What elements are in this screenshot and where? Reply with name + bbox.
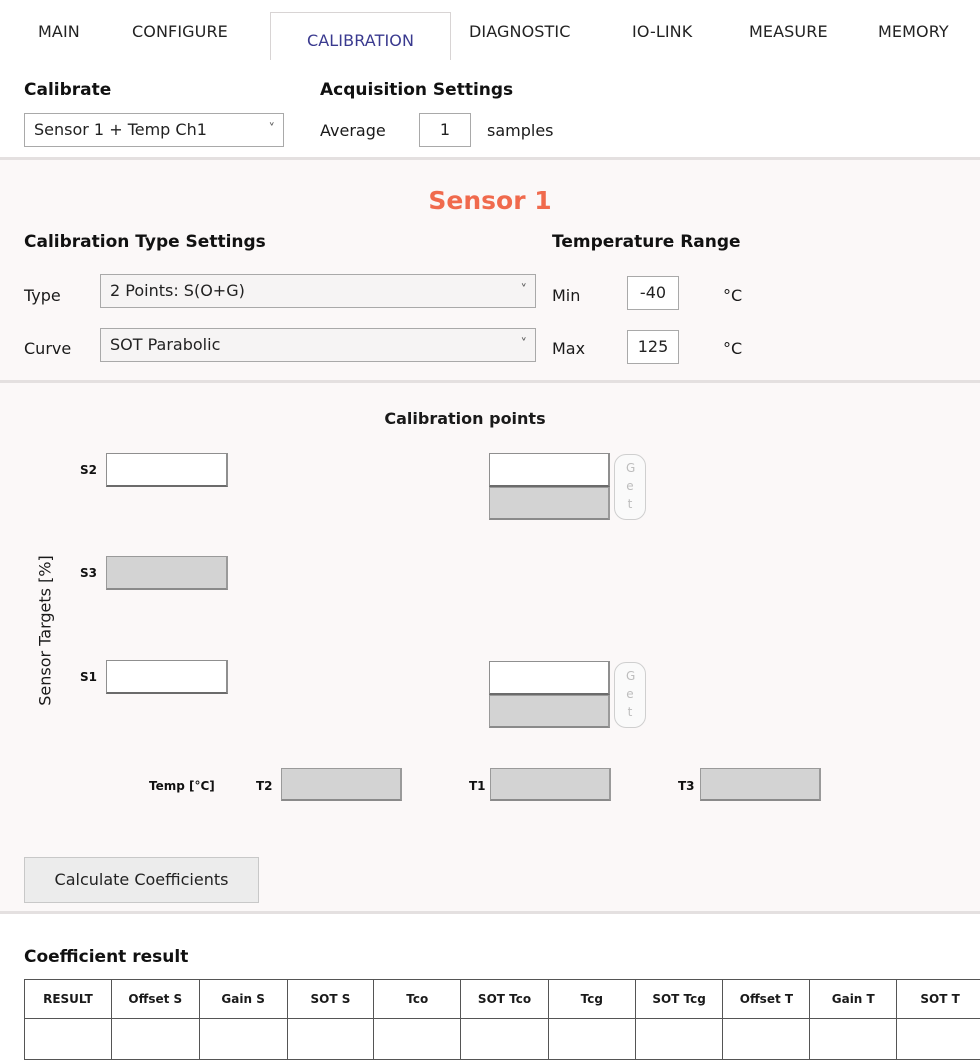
s1-reading-value	[489, 661, 610, 695]
col-gain-t: Gain T	[809, 979, 898, 1019]
chevron-down-icon: ˅	[268, 122, 276, 137]
min-input[interactable]: -40	[627, 276, 679, 310]
t2-input	[281, 768, 402, 801]
table-cell	[286, 1018, 375, 1060]
col-sot-tco: SOT Tco	[460, 979, 549, 1019]
type-select-value: 2 Points: S(O+G)	[110, 281, 245, 300]
t1-label: T1	[469, 779, 486, 793]
sensor-settings-panel: Sensor 1 Calibration Type Settings Tempe…	[0, 160, 980, 380]
tab-main[interactable]: MAIN	[38, 22, 80, 41]
col-sot-t: SOT T	[896, 979, 980, 1019]
chevron-down-icon: ˅	[520, 337, 528, 352]
type-select[interactable]: 2 Points: S(O+G) ˅	[100, 274, 536, 308]
get-s1-button[interactable]: Get	[614, 662, 646, 728]
s3-label: S3	[80, 566, 97, 580]
col-offset-s: Offset S	[110, 979, 200, 1019]
tab-bar: MAIN CONFIGURE CALIBRATION DIAGNOSTIC IO…	[0, 0, 980, 60]
tab-measure[interactable]: MEASURE	[749, 22, 828, 41]
min-unit: °C	[723, 286, 743, 305]
chevron-down-icon: ˅	[520, 283, 528, 298]
calculate-coefficients-button[interactable]: Calculate Coefficients	[24, 857, 259, 903]
calibration-points-panel: Calibration points Sensor Targets [%] S2…	[0, 383, 980, 911]
coefficient-result-heading: Coefficient result	[24, 947, 189, 967]
average-label: Average	[320, 121, 386, 140]
s2-reading-temp	[489, 487, 610, 520]
t1-input	[490, 768, 611, 801]
sensor-targets-label: Sensor Targets [%]	[35, 555, 55, 706]
type-label: Type	[24, 286, 61, 305]
min-label: Min	[552, 286, 581, 305]
s2-label: S2	[80, 463, 97, 477]
t2-label: T2	[256, 779, 273, 793]
table-header-row: RESULT Offset S Gain S SOT S Tco SOT Tco…	[24, 979, 980, 1019]
s1-label: S1	[80, 670, 97, 684]
samples-label: samples	[487, 121, 554, 140]
s2-reading-value	[489, 453, 610, 487]
s3-input	[106, 556, 228, 590]
temp-label: Temp [°C]	[149, 779, 215, 793]
tab-io-link[interactable]: IO-LINK	[632, 22, 692, 41]
table-cell	[547, 1018, 636, 1060]
acquisition-heading: Acquisition Settings	[320, 80, 514, 100]
acquisition-header: Calibrate Sensor 1 + Temp Ch1 ˅ Acquisit…	[0, 60, 980, 156]
divider	[0, 911, 980, 914]
table-cell	[896, 1018, 980, 1060]
tab-memory[interactable]: MEMORY	[878, 22, 949, 41]
tab-calibration[interactable]: CALIBRATION	[270, 12, 451, 60]
get-s2-label: Get	[626, 461, 636, 511]
tab-configure[interactable]: CONFIGURE	[132, 22, 228, 41]
max-unit: °C	[723, 339, 743, 358]
table-cell	[24, 1018, 112, 1060]
col-offset-t: Offset T	[722, 979, 811, 1019]
table-cell	[722, 1018, 811, 1060]
table-cell	[198, 1018, 288, 1060]
table-cell	[110, 1018, 200, 1060]
s1-input[interactable]	[106, 660, 228, 694]
temperature-range-heading: Temperature Range	[552, 232, 741, 252]
calibration-points-heading: Calibration points	[384, 409, 546, 428]
col-sot-tcg: SOT Tcg	[634, 979, 724, 1019]
sensor-title: Sensor 1	[428, 186, 552, 215]
curve-label: Curve	[24, 339, 72, 358]
col-tco: Tco	[373, 979, 462, 1019]
average-input[interactable]: 1	[419, 113, 471, 147]
calibrate-heading: Calibrate	[24, 80, 112, 100]
max-input[interactable]: 125	[627, 330, 679, 364]
table-cell	[460, 1018, 549, 1060]
table-cell	[634, 1018, 724, 1060]
table-row	[24, 1018, 980, 1060]
calibrate-select[interactable]: Sensor 1 + Temp Ch1 ˅	[24, 113, 284, 147]
t3-label: T3	[678, 779, 695, 793]
get-s2-button[interactable]: Get	[614, 454, 646, 520]
s1-reading-temp	[489, 695, 610, 728]
s2-input[interactable]	[106, 453, 228, 487]
col-result: RESULT	[24, 979, 112, 1019]
col-sot-s: SOT S	[286, 979, 375, 1019]
table-cell	[373, 1018, 462, 1060]
get-s1-label: Get	[626, 669, 636, 719]
calibration-type-heading: Calibration Type Settings	[24, 232, 266, 252]
col-tcg: Tcg	[547, 979, 636, 1019]
calibrate-select-value: Sensor 1 + Temp Ch1	[34, 120, 207, 139]
coefficient-table: RESULT Offset S Gain S SOT S Tco SOT Tco…	[24, 979, 980, 1060]
t3-input	[700, 768, 821, 801]
curve-select[interactable]: SOT Parabolic ˅	[100, 328, 536, 362]
curve-select-value: SOT Parabolic	[110, 335, 221, 354]
table-cell	[809, 1018, 898, 1060]
tab-diagnostic[interactable]: DIAGNOSTIC	[469, 22, 570, 41]
max-label: Max	[552, 339, 586, 358]
col-gain-s: Gain S	[198, 979, 288, 1019]
